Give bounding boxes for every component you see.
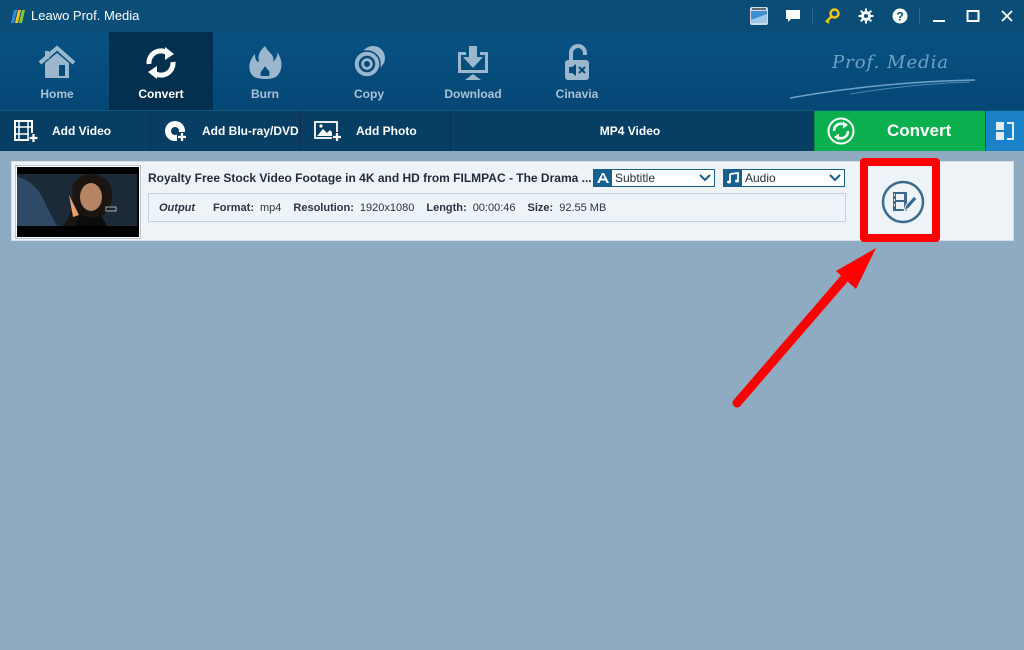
brand-text: Prof. Media bbox=[832, 52, 950, 73]
resolution-value: 1920x1080 bbox=[359, 201, 415, 214]
close-icon[interactable] bbox=[990, 0, 1024, 32]
convert-button[interactable]: Convert bbox=[814, 111, 985, 151]
register-badge-icon[interactable] bbox=[742, 0, 776, 32]
feedback-icon[interactable] bbox=[776, 0, 810, 32]
size-value: 92.55 MB bbox=[559, 201, 607, 214]
divider bbox=[812, 8, 813, 24]
copy-icon bbox=[353, 46, 385, 78]
svg-text:?: ? bbox=[896, 10, 903, 24]
nav-cinavia[interactable]: Cinavia bbox=[525, 32, 629, 110]
subtitle-dropdown[interactable]: Subtitle bbox=[593, 169, 715, 187]
audio-icon bbox=[724, 170, 742, 186]
chevron-down-icon bbox=[829, 174, 841, 182]
nav-download-label: Download bbox=[444, 87, 502, 101]
size-key: Size: bbox=[527, 201, 554, 214]
add-video-label: Add Video bbox=[52, 124, 112, 138]
nav-burn-label: Burn bbox=[251, 87, 279, 101]
divider bbox=[450, 111, 451, 151]
download-icon bbox=[458, 46, 488, 80]
edit-video-button[interactable] bbox=[880, 179, 926, 225]
video-thumbnail[interactable] bbox=[15, 165, 141, 239]
layout-icon bbox=[996, 122, 1014, 140]
key-icon[interactable] bbox=[815, 0, 849, 32]
output-label: Output bbox=[159, 201, 196, 214]
length-key: Length: bbox=[426, 201, 467, 214]
audio-dropdown-value: Audio bbox=[745, 171, 776, 185]
nav-burn[interactable]: Burn bbox=[213, 32, 317, 110]
app-logo-icon bbox=[11, 10, 25, 23]
file-list-item[interactable]: Royalty Free Stock Video Footage in 4K a… bbox=[11, 161, 1014, 241]
layout-toggle-button[interactable] bbox=[985, 111, 1024, 151]
main-nav: Home Convert Burn Copy Download Cinavia … bbox=[0, 32, 1024, 110]
add-bluray-dvd-label: Add Blu-ray/DVD bbox=[202, 124, 299, 138]
add-photo-icon bbox=[314, 121, 342, 142]
nav-home-label: Home bbox=[40, 87, 74, 101]
nav-copy[interactable]: Copy bbox=[317, 32, 421, 110]
add-bluray-dvd-button[interactable]: Add Blu-ray/DVD bbox=[164, 111, 299, 151]
divider bbox=[300, 111, 301, 151]
add-video-button[interactable]: Add Video bbox=[14, 111, 111, 151]
resolution-key: Resolution: bbox=[293, 201, 354, 214]
audio-dropdown[interactable]: Audio bbox=[723, 169, 845, 187]
subtitle-dropdown-value: Subtitle bbox=[615, 171, 656, 185]
video-edit-icon bbox=[881, 180, 925, 224]
length-value: 00:00:46 bbox=[472, 201, 516, 214]
convert-label: Convert bbox=[887, 121, 952, 140]
convert-icon bbox=[827, 117, 855, 145]
brand-logo: Prof. Media bbox=[790, 46, 990, 106]
add-disc-icon bbox=[165, 121, 187, 142]
nav-convert-label: Convert bbox=[138, 87, 184, 101]
title-bar: Leawo Prof. Media ? bbox=[0, 0, 1024, 32]
chevron-down-icon bbox=[699, 174, 711, 182]
settings-icon[interactable] bbox=[849, 0, 883, 32]
output-info: Output Format: mp4 Resolution: 1920x1080… bbox=[148, 193, 846, 222]
nav-cinavia-label: Cinavia bbox=[555, 87, 599, 101]
nav-copy-label: Copy bbox=[354, 87, 384, 101]
output-format-selector[interactable]: MP4 Video bbox=[560, 124, 700, 138]
toolbar: Add Video Add Blu-ray/DVD Add Photo MP4 … bbox=[0, 110, 1024, 151]
brand-swoosh bbox=[790, 79, 976, 99]
maximize-icon[interactable] bbox=[956, 0, 990, 32]
app-title: Leawo Prof. Media bbox=[31, 8, 140, 23]
add-photo-label: Add Photo bbox=[356, 124, 417, 138]
cinavia-icon bbox=[565, 44, 589, 80]
help-icon[interactable]: ? bbox=[883, 0, 917, 32]
convert-icon bbox=[146, 47, 176, 79]
nav-convert[interactable]: Convert bbox=[109, 32, 213, 110]
add-video-icon bbox=[14, 120, 38, 142]
divider bbox=[919, 8, 920, 24]
nav-home[interactable]: Home bbox=[5, 32, 109, 110]
format-key: Format: bbox=[213, 201, 254, 214]
divider bbox=[150, 111, 151, 151]
burn-icon bbox=[249, 46, 282, 79]
home-icon bbox=[38, 45, 76, 78]
thumbnail-image bbox=[17, 167, 137, 235]
subtitle-icon bbox=[594, 170, 612, 186]
nav-download[interactable]: Download bbox=[421, 32, 525, 110]
file-title: Royalty Free Stock Video Footage in 4K a… bbox=[148, 171, 592, 185]
format-value: mp4 bbox=[260, 201, 282, 214]
add-photo-button[interactable]: Add Photo bbox=[314, 111, 417, 151]
minimize-icon[interactable] bbox=[922, 0, 956, 32]
